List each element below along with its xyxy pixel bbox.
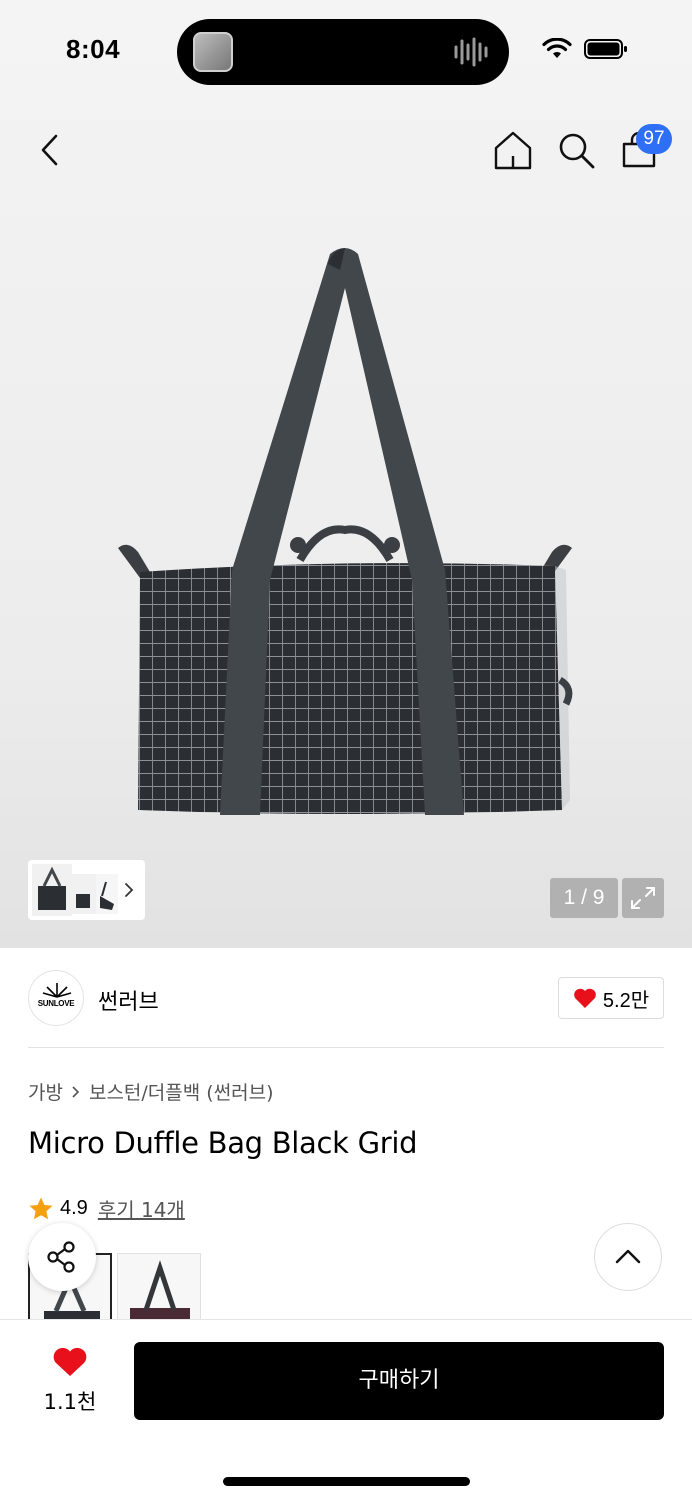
chevron-right-icon xyxy=(72,1085,80,1098)
brand-logo-text: SUNLOVE xyxy=(37,999,75,1008)
wishlist-heart-icon[interactable] xyxy=(52,1346,88,1378)
gallery-thumbnail-images[interactable] xyxy=(28,860,145,920)
expand-image-button[interactable] xyxy=(622,878,664,918)
home-icon[interactable] xyxy=(492,128,534,172)
wifi-icon xyxy=(542,38,572,58)
breadcrumb: 가방 보스턴/더플백 (썬러브) xyxy=(28,1078,274,1105)
image-counter: 1 / 9 xyxy=(550,878,618,918)
back-button[interactable] xyxy=(30,128,70,172)
brand-like-button[interactable]: 5.2만 xyxy=(558,977,664,1019)
divider xyxy=(28,1047,664,1048)
brand-like-count: 5.2만 xyxy=(602,989,650,1012)
product-title: Micro Duffle Bag Black Grid xyxy=(28,1126,418,1160)
share-button[interactable] xyxy=(28,1223,96,1291)
breadcrumb-subcategory[interactable]: 보스턴/더플백 (썬러브) xyxy=(89,1078,274,1105)
status-icons xyxy=(542,38,628,60)
bottom-action-bar: 1.1천 구매하기 xyxy=(0,1319,692,1500)
audio-wave-icon xyxy=(454,37,488,67)
status-time: 8:04 xyxy=(66,34,121,64)
color-option-burgundy-image xyxy=(130,1260,190,1323)
scroll-to-top-button[interactable] xyxy=(594,1223,662,1291)
review-count-link[interactable]: 후기 14개 xyxy=(98,1194,185,1223)
chevron-up-icon xyxy=(615,1249,641,1264)
share-icon xyxy=(47,1241,75,1273)
expand-icon xyxy=(631,887,655,909)
search-icon[interactable] xyxy=(556,130,596,170)
gallery-thumbnails[interactable] xyxy=(28,860,145,920)
rating-row: 4.9 후기 14개 xyxy=(28,1194,185,1223)
brand-logo[interactable]: SUNLOVE xyxy=(28,970,84,1026)
buy-button[interactable]: 구매하기 xyxy=(134,1342,664,1420)
rating-score: 4.9 xyxy=(60,1197,88,1219)
brand-name[interactable]: 썬러브 xyxy=(98,984,159,1016)
now-playing-thumbnail xyxy=(193,32,233,72)
breadcrumb-category[interactable]: 가방 xyxy=(28,1078,63,1105)
heart-icon xyxy=(574,988,596,1008)
color-option-burgundy[interactable] xyxy=(117,1253,201,1323)
product-image[interactable] xyxy=(100,240,590,830)
product-gallery[interactable]: 8:04 97 1 / 9 xyxy=(0,0,692,948)
cart-count-badge: 97 xyxy=(636,124,672,154)
battery-icon xyxy=(584,39,627,59)
wishlist-count: 1.1천 xyxy=(43,1390,97,1414)
star-icon xyxy=(29,1197,53,1219)
home-indicator xyxy=(223,1477,470,1486)
dynamic-island xyxy=(177,19,509,85)
